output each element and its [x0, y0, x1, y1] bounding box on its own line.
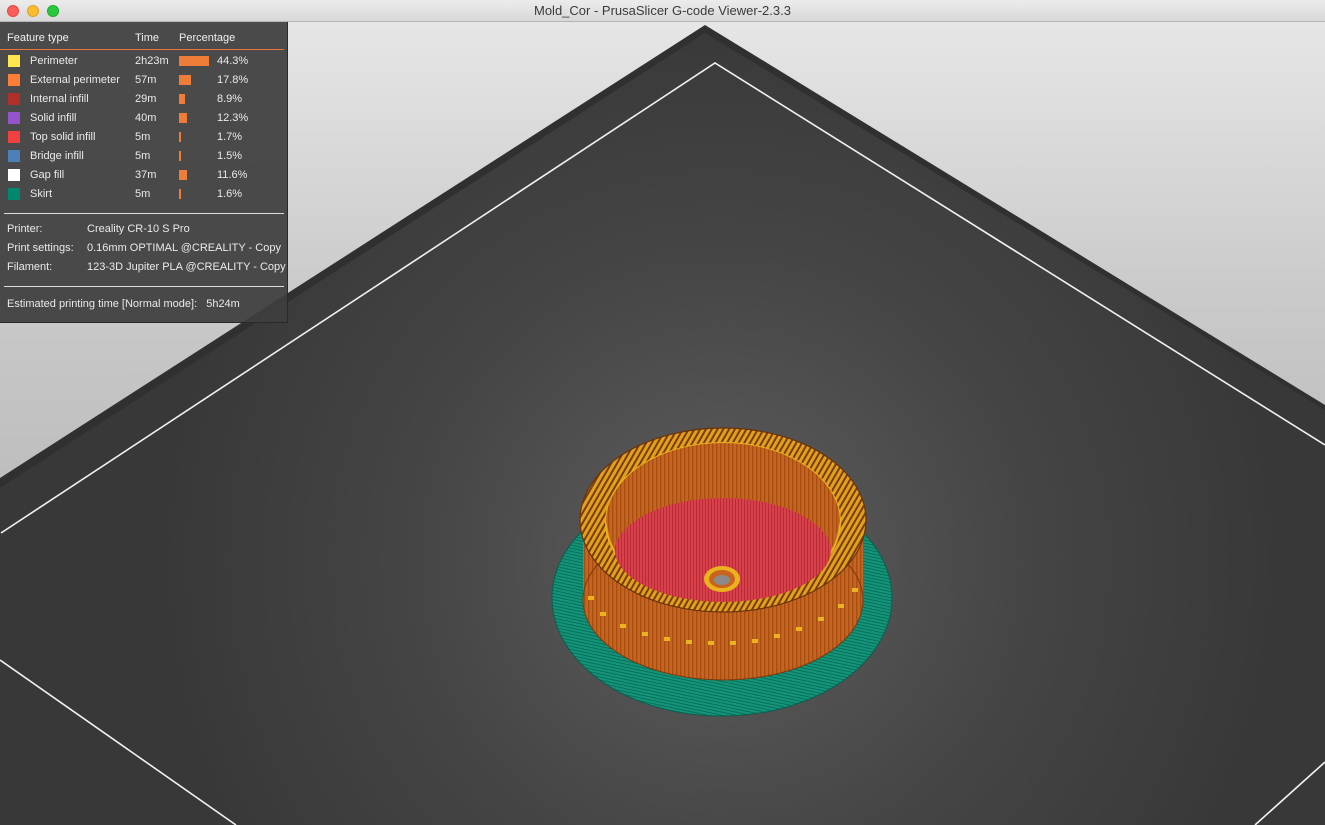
percentage-bar — [179, 151, 181, 161]
printer-label: Printer: — [7, 223, 43, 235]
feature-time: 5m — [135, 131, 151, 143]
legend-row-internal-infill[interactable]: Internal infill 29m 8.9% — [0, 91, 284, 110]
percentage-bar — [179, 75, 192, 85]
feature-time: 29m — [135, 93, 157, 105]
percentage-bar — [179, 132, 181, 142]
feature-percentage: 12.3% — [217, 112, 249, 124]
estimated-time: Estimated printing time [Normal mode]: 5… — [7, 298, 240, 310]
legend-row-perimeter[interactable]: Perimeter 2h23m 44.3% — [0, 53, 284, 72]
filament-label: Filament: — [7, 261, 53, 273]
feature-name: Perimeter — [30, 55, 78, 67]
legend-row-top-solid-infill[interactable]: Top solid infill 5m 1.7% — [0, 129, 284, 148]
printed-part — [579, 427, 867, 681]
percentage-bar — [179, 56, 209, 66]
color-swatch — [8, 93, 20, 105]
legend-divider — [4, 286, 284, 287]
feature-name: Internal infill — [30, 93, 89, 105]
header-feature-type: Feature type — [7, 32, 69, 44]
legend-row-bridge-infill[interactable]: Bridge infill 5m 1.5% — [0, 148, 284, 167]
app-window: Mold_Cor - PrusaSlicer G-code Viewer-2.3… — [0, 0, 1325, 825]
feature-name: Top solid infill — [30, 131, 96, 143]
percentage-bar — [179, 170, 187, 180]
feature-percentage: 44.3% — [217, 55, 249, 67]
color-swatch — [8, 188, 20, 200]
percentage-bar — [179, 113, 188, 123]
printer-info: Printer: Creality CR-10 S Pro — [0, 221, 284, 240]
feature-time: 37m — [135, 169, 157, 181]
feature-name: External perimeter — [30, 74, 120, 86]
feature-time: 5m — [135, 188, 151, 200]
print-settings-value: 0.16mm OPTIMAL @CREALITY - Copy — [87, 242, 281, 254]
legend-row-gap-fill[interactable]: Gap fill 37m 11.6% — [0, 167, 284, 186]
legend-row-external-perimeter[interactable]: External perimeter 57m 17.8% — [0, 72, 284, 91]
feature-percentage: 1.6% — [217, 188, 243, 200]
header-percentage: Percentage — [179, 32, 236, 44]
estimated-time-value: 5h24m — [206, 298, 240, 310]
feature-name: Bridge infill — [30, 150, 84, 162]
header-time: Time — [135, 32, 160, 44]
feature-percentage: 11.6% — [217, 169, 248, 181]
percentage-bar — [179, 189, 181, 199]
color-swatch — [8, 55, 20, 67]
feature-name: Skirt — [30, 188, 52, 200]
filament-info: Filament: 123-3D Jupiter PLA @CREALITY -… — [0, 259, 286, 278]
color-swatch — [8, 169, 20, 181]
feature-percentage: 1.5% — [217, 150, 243, 162]
color-swatch — [8, 150, 20, 162]
percentage-bar — [179, 94, 186, 104]
feature-time: 2h23m — [135, 55, 169, 67]
feature-name: Solid infill — [30, 112, 77, 124]
color-swatch — [8, 112, 20, 124]
legend-row-skirt[interactable]: Skirt 5m 1.6% — [0, 186, 284, 205]
window-title: Mold_Cor - PrusaSlicer G-code Viewer-2.3… — [534, 3, 791, 18]
feature-time: 57m — [135, 74, 157, 86]
legend-header: Feature type Time Percentage — [0, 30, 284, 50]
feature-percentage: 17.8% — [217, 74, 249, 86]
feature-name: Gap fill — [30, 169, 65, 181]
print-settings-info: Print settings: 0.16mm OPTIMAL @CREALITY… — [0, 240, 284, 259]
legend-row-solid-infill[interactable]: Solid infill 40m 12.3% — [0, 110, 284, 129]
feature-percentage: 1.7% — [217, 131, 243, 143]
legend-panel: Feature type Time Percentage Perimeter 2… — [0, 22, 288, 323]
feature-time: 5m — [135, 150, 151, 162]
feature-percentage: 8.9% — [217, 93, 243, 105]
filament-value: 123-3D Jupiter PLA @CREALITY - Copy — [87, 261, 286, 273]
legend-divider — [4, 213, 284, 214]
printer-value: Creality CR-10 S Pro — [87, 223, 190, 235]
color-swatch — [8, 74, 20, 86]
feature-time: 40m — [135, 112, 157, 124]
color-swatch — [8, 131, 20, 143]
estimated-time-label: Estimated printing time [Normal mode]: — [7, 298, 198, 310]
print-settings-label: Print settings: — [7, 242, 74, 254]
title-bar: Mold_Cor - PrusaSlicer G-code Viewer-2.3… — [0, 0, 1325, 22]
